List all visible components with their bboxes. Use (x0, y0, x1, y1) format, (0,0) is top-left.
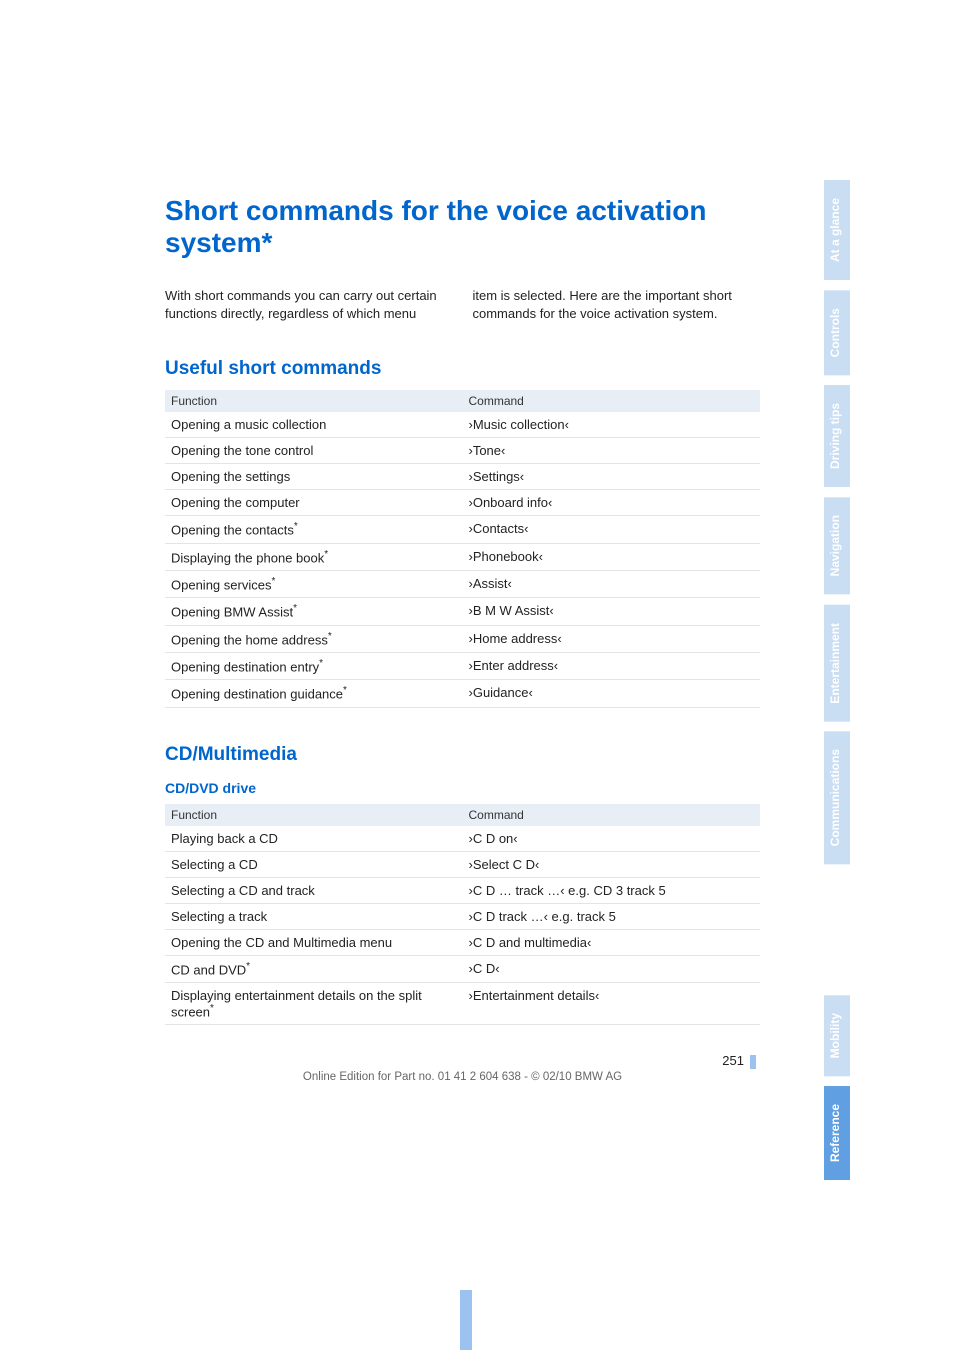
document-page: Short commands for the voice activation … (0, 0, 954, 1350)
tab-at-a-glance[interactable]: At a glance (824, 180, 850, 280)
table-cd-dvd-drive: Function Command Playing back a CD›C D o… (165, 804, 760, 1026)
cell-command: ›Music collection‹ (463, 412, 761, 438)
cell-function: Playing back a CD (165, 826, 463, 852)
table-row: Opening BMW Assist*›B M W Assist‹ (165, 598, 760, 625)
cell-function: Opening the contacts* (165, 516, 463, 543)
footnote-star-icon: * (293, 603, 297, 614)
cell-function: Opening a music collection (165, 412, 463, 438)
cell-function: Selecting a CD and track (165, 877, 463, 903)
table-useful-short-commands: Function Command Opening a music collect… (165, 390, 760, 707)
bottom-mark-icon (460, 1290, 472, 1350)
cell-command: ›Contacts‹ (463, 516, 761, 543)
cell-command: ›C D track …‹ e.g. track 5 (463, 903, 761, 929)
cell-command: ›Tone‹ (463, 438, 761, 464)
footnote-star-icon: * (271, 576, 275, 587)
page-title: Short commands for the voice activation … (165, 195, 760, 259)
table-row: Playing back a CD›C D on‹ (165, 826, 760, 852)
tab-entertainment[interactable]: Entertainment (824, 605, 850, 722)
cell-function: Selecting a CD (165, 851, 463, 877)
cell-command: ›C D and multimedia‹ (463, 929, 761, 955)
section-useful-short-commands: Useful short commands (165, 358, 760, 380)
cell-command: ›Home address‹ (463, 625, 761, 652)
tab-reference[interactable]: Reference (824, 1086, 850, 1180)
page-number: 251 (165, 1053, 760, 1069)
table-row: Opening the tone control›Tone‹ (165, 438, 760, 464)
tab-navigation[interactable]: Navigation (824, 497, 850, 594)
table-row: Opening destination entry*›Enter address… (165, 653, 760, 680)
table-row: Opening the computer›Onboard info‹ (165, 490, 760, 516)
column-header-command: Command (463, 390, 761, 412)
footnote-star-icon: * (328, 631, 332, 642)
page-number-value: 251 (722, 1053, 744, 1068)
cell-function: Opening the computer (165, 490, 463, 516)
table-row: Opening destination guidance*›Guidance‹ (165, 680, 760, 707)
edition-line: Online Edition for Part no. 01 41 2 604 … (165, 1071, 760, 1083)
intro-right: item is selected. Here are the important… (473, 287, 761, 322)
intro-paragraph: With short commands you can carry out ce… (165, 287, 760, 322)
table-row: Opening the CD and Multimedia menu›C D a… (165, 929, 760, 955)
cell-function: Opening the CD and Multimedia menu (165, 929, 463, 955)
cell-function: Opening BMW Assist* (165, 598, 463, 625)
table-row: Opening services*›Assist‹ (165, 571, 760, 598)
column-header-function: Function (165, 804, 463, 826)
tab-driving-tips[interactable]: Driving tips (824, 385, 850, 487)
cell-command: ›Guidance‹ (463, 680, 761, 707)
footnote-star-icon: * (319, 658, 323, 669)
column-header-function: Function (165, 390, 463, 412)
table-row: Selecting a track›C D track …‹ e.g. trac… (165, 903, 760, 929)
cell-command: ›Enter address‹ (463, 653, 761, 680)
page-content: Short commands for the voice activation … (165, 195, 760, 1083)
subsection-cd-dvd-drive: CD/DVD drive (165, 780, 760, 796)
footnote-star-icon: * (294, 521, 298, 532)
cell-command: ›C D‹ (463, 955, 761, 982)
tab-controls[interactable]: Controls (824, 290, 850, 375)
table-row: Opening the settings›Settings‹ (165, 464, 760, 490)
intro-left: With short commands you can carry out ce… (165, 287, 453, 322)
table-row: Displaying the phone book*›Phonebook‹ (165, 543, 760, 570)
cell-command: ›Phonebook‹ (463, 543, 761, 570)
table-row: Opening the home address*›Home address‹ (165, 625, 760, 652)
section-cd-multimedia: CD/Multimedia (165, 744, 760, 766)
footnote-star-icon: * (324, 549, 328, 560)
footnote-star-icon: * (246, 961, 250, 972)
cell-command: ›C D … track …‹ e.g. CD 3 track 5 (463, 877, 761, 903)
column-header-command: Command (463, 804, 761, 826)
table-row: Selecting a CD›Select C D‹ (165, 851, 760, 877)
table-row: Displaying entertainment details on the … (165, 983, 760, 1025)
table-row: CD and DVD*›C D‹ (165, 955, 760, 982)
cell-command: ›Onboard info‹ (463, 490, 761, 516)
cell-function: Opening destination guidance* (165, 680, 463, 707)
table-row: Selecting a CD and track›C D … track …‹ … (165, 877, 760, 903)
footnote-star-icon: * (210, 1003, 214, 1014)
cell-command: ›C D on‹ (463, 826, 761, 852)
cell-function: Opening destination entry* (165, 653, 463, 680)
cell-function: CD and DVD* (165, 955, 463, 982)
table-row: Opening a music collection›Music collect… (165, 412, 760, 438)
cell-command: ›Assist‹ (463, 571, 761, 598)
table-row: Opening the contacts*›Contacts‹ (165, 516, 760, 543)
cell-function: Opening the home address* (165, 625, 463, 652)
tab-mobility[interactable]: Mobility (824, 995, 850, 1076)
cell-function: Opening services* (165, 571, 463, 598)
cell-function: Displaying entertainment details on the … (165, 983, 463, 1025)
cell-function: Opening the settings (165, 464, 463, 490)
cell-command: ›Entertainment details‹ (463, 983, 761, 1025)
cell-command: ›Settings‹ (463, 464, 761, 490)
cell-command: ›Select C D‹ (463, 851, 761, 877)
cell-function: Selecting a track (165, 903, 463, 929)
tab-communications[interactable]: Communications (824, 731, 850, 864)
footnote-star-icon: * (343, 685, 347, 696)
page-number-mark-icon (750, 1055, 756, 1069)
cell-function: Opening the tone control (165, 438, 463, 464)
side-tabs: At a glance Controls Driving tips Naviga… (824, 180, 850, 1180)
cell-command: ›B M W Assist‹ (463, 598, 761, 625)
cell-function: Displaying the phone book* (165, 543, 463, 570)
